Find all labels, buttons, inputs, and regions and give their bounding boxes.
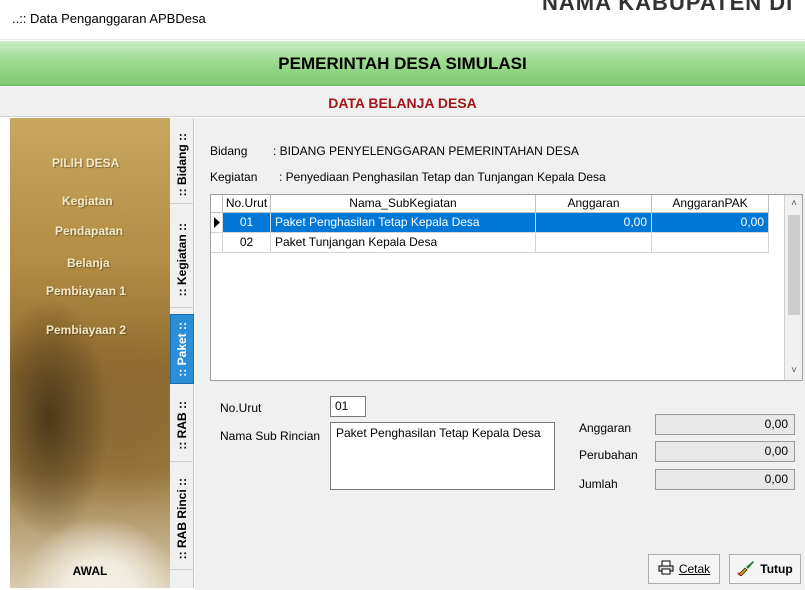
cell-anggaran[interactable] [536, 233, 652, 253]
tab-rab[interactable]: :: RAB :: [170, 390, 194, 462]
kegiatan-value: : Penyediaan Penghasilan Tetap dan Tunja… [279, 170, 606, 184]
cell-anggaran[interactable]: 0,00 [536, 213, 652, 233]
chevron-up-icon[interactable]: ˄ [785, 195, 803, 213]
page-title: PEMERINTAH DESA SIMULASI [278, 54, 527, 73]
sidebar-item-belanja[interactable]: Belanja [67, 256, 110, 270]
bidang-label: Bidang [210, 144, 248, 158]
tab-kegiatan[interactable]: :: Kegiatan :: [170, 212, 194, 308]
col-header-anggaran-pak[interactable]: AnggaranPAK [652, 195, 769, 213]
background-heading-fragment: NAMA KABUPATEN DI [542, 0, 794, 15]
cell-no-urut[interactable]: 01 [223, 213, 271, 233]
col-header-anggaran[interactable]: Anggaran [536, 195, 652, 213]
window-titlebar: ..:: Data Penganggaran APBDesa NAMA KABU… [0, 0, 805, 40]
chevron-down-icon[interactable]: ˅ [785, 362, 803, 380]
section-title: DATA BELANJA DESA [328, 95, 477, 111]
window-title: ..:: Data Penganggaran APBDesa [12, 11, 206, 26]
bidang-value: : BIDANG PENYELENGGARAN PEMERINTAHAN DES… [273, 144, 579, 158]
nama-sub-rincian-field[interactable]: Paket Penghasilan Tetap Kepala Desa [330, 422, 555, 490]
cell-anggaran-pak[interactable]: 0,00 [652, 213, 769, 233]
cell-anggaran-pak[interactable] [652, 233, 769, 253]
vertical-tab-strip: :: Bidang :: :: Kegiatan :: :: Paket :: … [170, 118, 194, 588]
nama-sub-rincian-label: Nama Sub Rincian [220, 429, 321, 443]
sidebar-panel: PILIH DESA Kegiatan Pendapatan Belanja P… [10, 118, 170, 588]
cell-nama[interactable]: Paket Penghasilan Tetap Kepala Desa [271, 213, 536, 233]
sidebar-item-pembiayaan-1[interactable]: Pembiayaan 1 [46, 284, 126, 298]
brush-icon [737, 560, 755, 579]
table-row[interactable]: 01 Paket Penghasilan Tetap Kepala Desa 0… [211, 213, 769, 233]
scrollbar-thumb[interactable] [788, 215, 800, 315]
table-header: No.Urut Nama_SubKegiatan Anggaran Anggar… [211, 195, 769, 213]
cell-no-urut[interactable]: 02 [223, 233, 271, 253]
cetak-label: Cetak [678, 562, 711, 576]
sidebar-item-pilih-desa[interactable]: PILIH DESA [52, 156, 119, 170]
tab-rab-label: :: RAB :: [175, 401, 189, 450]
jumlah-label: Jumlah [579, 477, 618, 491]
tutup-label: Tutup [760, 562, 793, 576]
tab-rab-rinci[interactable]: :: RAB Rinci :: [170, 468, 194, 570]
anggaran-label: Anggaran [579, 421, 632, 435]
tutup-button[interactable]: Tutup [729, 554, 801, 584]
cetak-button[interactable]: Cetak [648, 554, 720, 584]
subkegiatan-table[interactable]: No.Urut Nama_SubKegiatan Anggaran Anggar… [210, 194, 803, 381]
tab-paket[interactable]: :: Paket :: [170, 314, 194, 384]
table-scrollbar[interactable]: ˄ ˅ [784, 195, 802, 380]
no-urut-label: No.Urut [220, 401, 262, 415]
sidebar-item-awal[interactable]: AWAL [10, 564, 170, 578]
tab-bidang-label: :: Bidang :: [175, 132, 189, 197]
tab-paket-label: :: Paket :: [175, 321, 189, 377]
tab-kegiatan-label: :: Kegiatan :: [175, 222, 189, 297]
row-indicator [211, 233, 223, 253]
perubahan-label: Perubahan [579, 448, 638, 462]
sidebar-item-kegiatan[interactable]: Kegiatan [62, 194, 113, 208]
tab-rab-rinci-label: :: RAB Rinci :: [175, 477, 189, 560]
tab-bidang[interactable]: :: Bidang :: [170, 126, 194, 204]
header-indicator [211, 195, 223, 213]
main-content: Bidang : BIDANG PENYELENGGARAN PEMERINTA… [195, 118, 805, 590]
table-row[interactable]: 02 Paket Tunjangan Kepala Desa [211, 233, 769, 253]
col-header-nama-subkegiatan[interactable]: Nama_SubKegiatan [271, 195, 536, 213]
cell-nama[interactable]: Paket Tunjangan Kepala Desa [271, 233, 536, 253]
kegiatan-label: Kegiatan [210, 170, 258, 184]
header-banner: PEMERINTAH DESA SIMULASI [0, 41, 805, 86]
jumlah-field[interactable]: 0,00 [655, 469, 795, 490]
perubahan-field[interactable]: 0,00 [655, 441, 795, 462]
no-urut-field[interactable]: 01 [330, 396, 366, 417]
col-header-no-urut[interactable]: No.Urut [223, 195, 271, 213]
sidebar-item-pembiayaan-2[interactable]: Pembiayaan 2 [46, 323, 126, 337]
section-banner: DATA BELANJA DESA [0, 87, 805, 117]
sidebar-item-pendapatan[interactable]: Pendapatan [55, 224, 123, 238]
row-pointer-icon [211, 213, 223, 233]
anggaran-field[interactable]: 0,00 [655, 414, 795, 435]
printer-icon [658, 560, 674, 578]
